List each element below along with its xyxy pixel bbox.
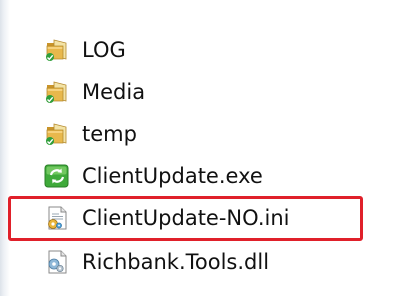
file-item-clientupdate-exe[interactable]: ClientUpdate.exe xyxy=(44,157,374,195)
highlight-annotation-box xyxy=(8,196,363,241)
file-item-media[interactable]: Media xyxy=(44,73,374,111)
folder-icon xyxy=(46,81,67,103)
exe-update-icon xyxy=(44,164,69,188)
file-item-temp[interactable]: temp xyxy=(44,115,374,153)
file-name: temp xyxy=(82,121,137,146)
file-name: Richbank.Tools.dll xyxy=(82,249,270,274)
file-list-pane: LOG Media temp ClientUpdate.exe ClientUp… xyxy=(0,0,394,296)
file-item-richbank-tools-dll[interactable]: Richbank.Tools.dll xyxy=(44,243,374,281)
pane-left-edge xyxy=(0,0,10,296)
file-name: ClientUpdate.exe xyxy=(82,163,263,188)
dll-file-icon xyxy=(48,250,67,274)
file-name: LOG xyxy=(82,37,126,62)
file-item-log[interactable]: LOG xyxy=(44,31,374,69)
file-name: Media xyxy=(82,79,146,104)
folder-icon xyxy=(46,123,67,145)
folder-icon xyxy=(46,39,67,61)
